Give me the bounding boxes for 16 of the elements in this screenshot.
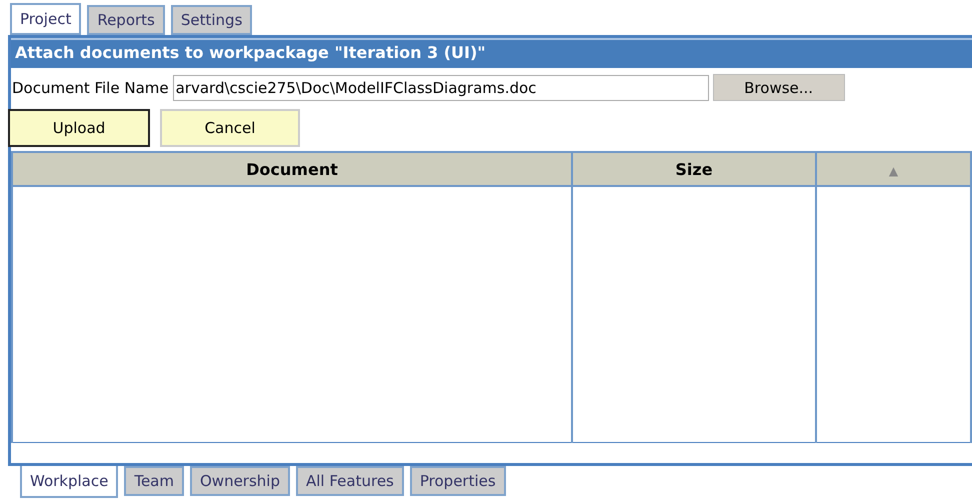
tab[interactable]: Properties	[410, 466, 506, 496]
tab[interactable]: Ownership	[190, 466, 290, 496]
upload-button[interactable]: Upload	[8, 109, 150, 147]
panel-title: Attach documents to workpackage "Iteration 3 (UI)"	[11, 38, 972, 68]
column-header[interactable]: Size	[572, 152, 816, 186]
tab[interactable]: Project	[10, 3, 82, 35]
column-header[interactable]: Document	[12, 152, 572, 186]
file-name-field[interactable]: arvard\cscie275\Doc\ModelIFClassDiagrams.doc	[172, 74, 709, 100]
tab[interactable]: Team	[124, 466, 184, 496]
tab[interactable]: Reports	[87, 5, 165, 35]
field-label: Document File Name	[12, 78, 169, 96]
tab[interactable]: All Features	[296, 466, 404, 496]
browse-button[interactable]: Browse...	[712, 74, 845, 101]
tab[interactable]: Workplace	[20, 466, 118, 498]
tab[interactable]: Settings	[170, 5, 252, 35]
cancel-button[interactable]: Cancel	[160, 109, 300, 147]
